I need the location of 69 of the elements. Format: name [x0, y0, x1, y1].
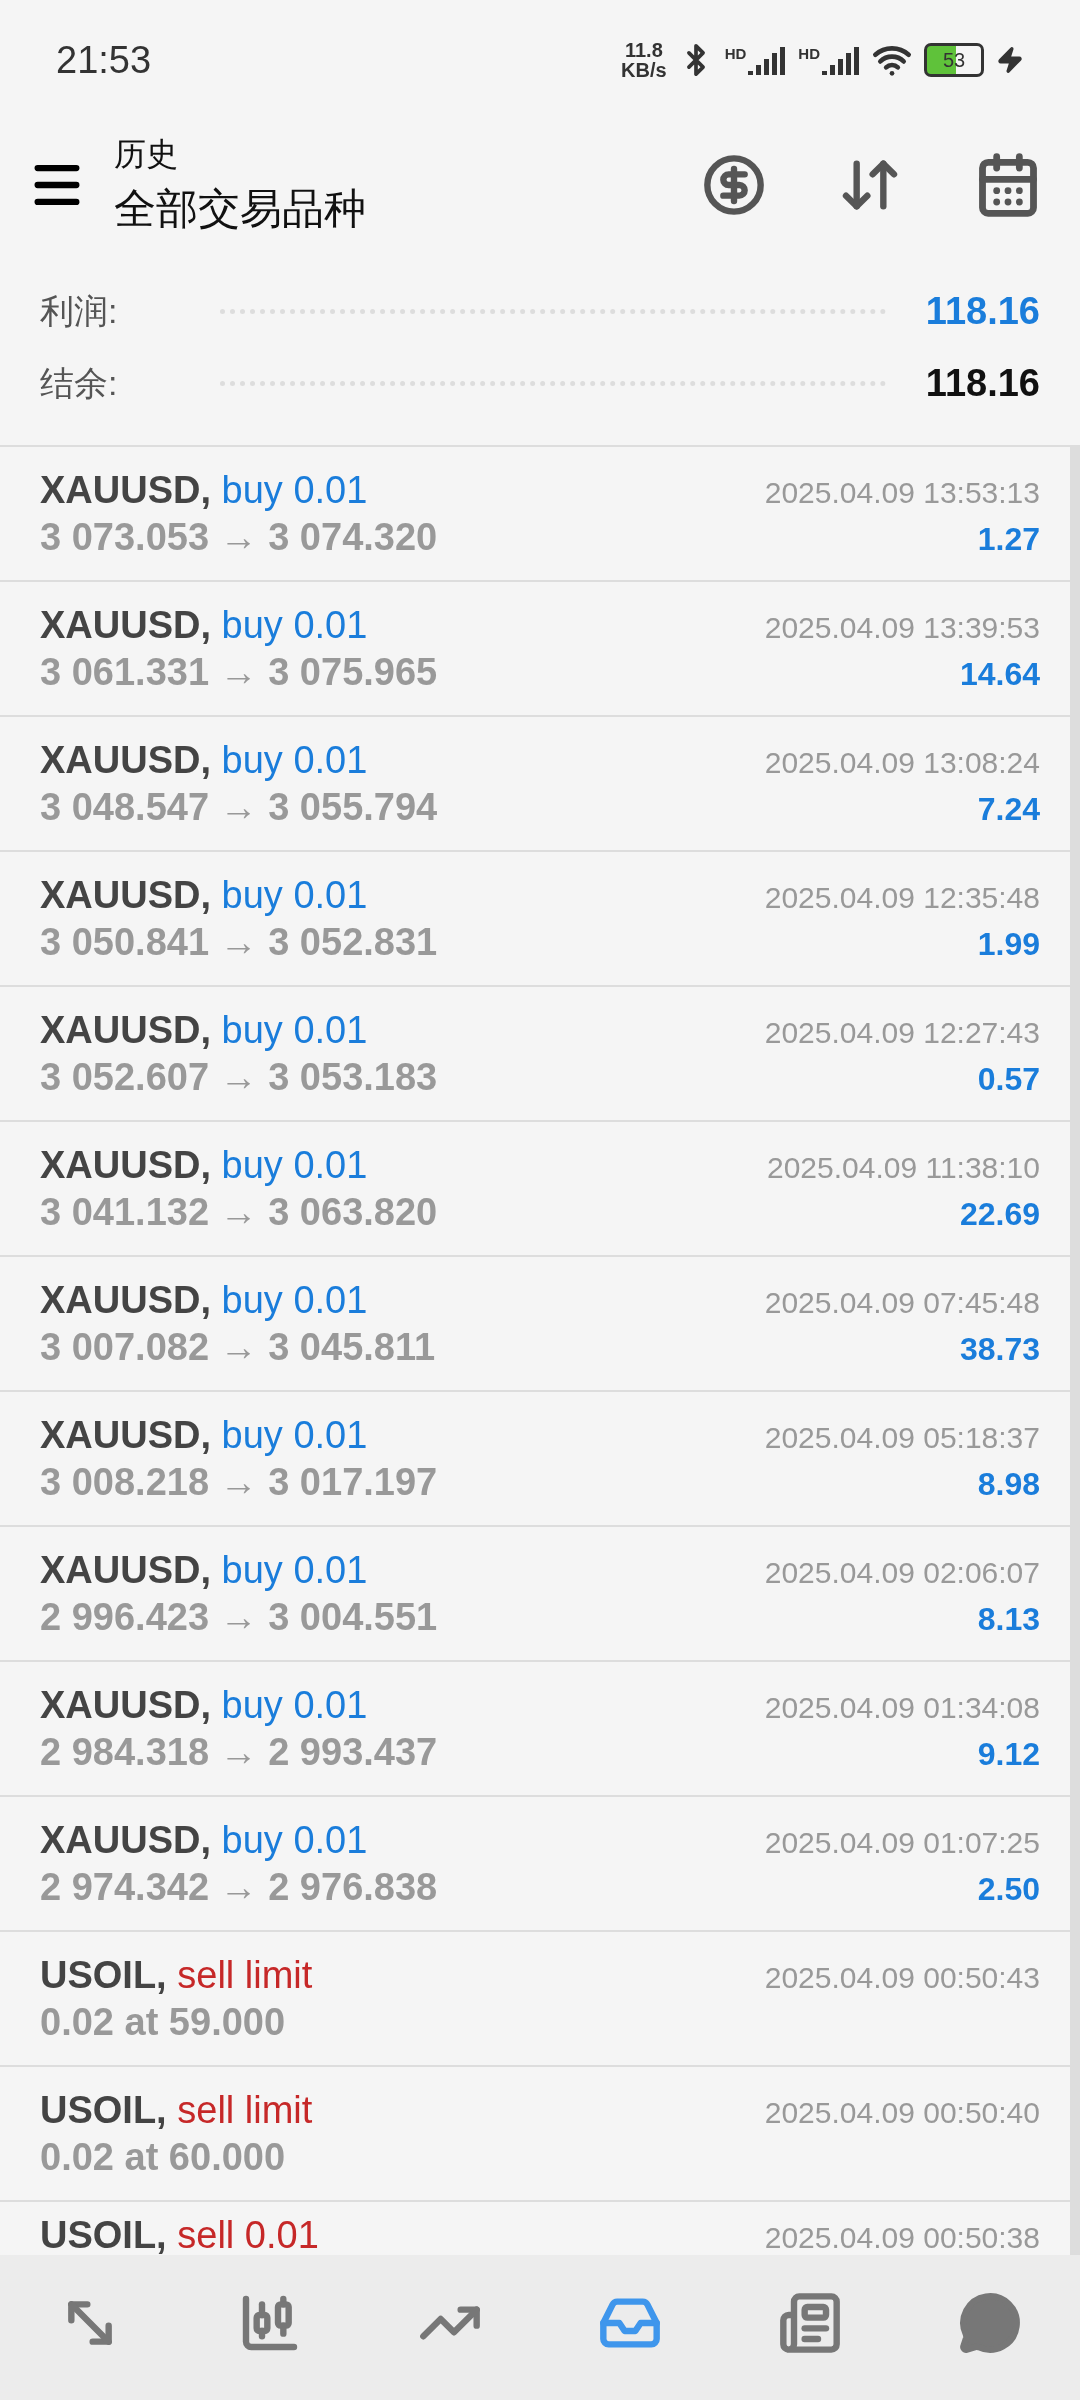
- deal-profit: 14.64: [959, 655, 1040, 693]
- deal-row[interactable]: USOIL, sell 0.01 2025.04.09 00:50:38: [0, 2202, 1070, 2255]
- deal-profit: 22.69: [959, 1195, 1040, 1233]
- deal-title: XAUUSD, buy 0.01: [40, 1683, 368, 1727]
- deal-time: 2025.04.09 13:39:53: [764, 610, 1040, 645]
- chat-icon: [958, 2290, 1022, 2355]
- deal-profit: 38.73: [959, 1330, 1040, 1368]
- dollar-icon[interactable]: [702, 153, 766, 217]
- deal-time: 2025.04.09 13:53:13: [764, 475, 1040, 510]
- hd-label: HD: [798, 45, 820, 62]
- deal-time: 2025.04.09 02:06:07: [764, 1555, 1040, 1590]
- deal-title: USOIL, sell 0.01: [40, 2214, 319, 2255]
- deal-profit: 1.99: [977, 925, 1040, 963]
- deal-profit: 7.24: [977, 790, 1040, 828]
- hd-label: HD: [724, 45, 747, 62]
- deal-prices: 2 984.318 → 2 993.437: [40, 1730, 438, 1774]
- deal-prices: 3 008.218 → 3 017.197: [40, 1460, 438, 1504]
- deal-profit: 9.12: [977, 1735, 1040, 1773]
- deal-time: 2025.04.09 12:35:48: [764, 880, 1040, 915]
- deal-prices: 0.02 at 59.000: [40, 2000, 286, 2044]
- network-speed: 11.8: [624, 40, 663, 60]
- deal-prices: 2 974.342 → 2 976.838: [40, 1865, 438, 1909]
- deal-time: 2025.04.09 07:45:48: [764, 1285, 1040, 1320]
- deal-title: XAUUSD, buy 0.01: [40, 873, 368, 917]
- summary-label: 利润:: [40, 290, 119, 332]
- deal-prices: 3 050.841 → 3 052.831: [40, 920, 438, 964]
- deal-prices: 2 996.423 → 3 004.551: [40, 1595, 438, 1639]
- clock: 21:53: [56, 38, 152, 82]
- deal-profit: 8.98: [977, 1465, 1040, 1503]
- deal-title: XAUUSD, buy 0.01: [40, 603, 368, 647]
- deal-time: 2025.04.09 12:27:43: [764, 1015, 1040, 1050]
- deal-time: 2025.04.09 11:38:10: [766, 1150, 1040, 1185]
- deal-prices: 3 048.547 → 3 055.794: [40, 785, 438, 829]
- deal-prices: 3 073.053 → 3 074.320: [40, 515, 438, 559]
- deal-prices: 3 007.082 → 3 045.811: [40, 1325, 436, 1369]
- deal-title: XAUUSD, buy 0.01: [40, 1143, 368, 1187]
- deal-time: 2025.04.09 05:18:37: [764, 1420, 1040, 1455]
- deal-prices: 3 061.331 → 3 075.965: [40, 650, 438, 694]
- summary-value: 118.16: [925, 290, 1040, 333]
- deal-title: XAUUSD, buy 0.01: [40, 1008, 368, 1052]
- deal-title: USOIL, sell limit: [40, 1953, 313, 1997]
- deal-title: XAUUSD, buy 0.01: [40, 1413, 368, 1457]
- summary-value: 118.16: [925, 362, 1040, 405]
- deal-prices: 3 052.607 → 3 053.183: [40, 1055, 438, 1099]
- deal-title: XAUUSD, buy 0.01: [40, 1278, 368, 1322]
- signal-icon: [748, 45, 787, 75]
- speed-unit: KB/s: [621, 60, 667, 80]
- screen-title: 全部交易品种: [114, 184, 367, 234]
- summary-label: 结余:: [40, 362, 119, 404]
- deal-time: 2025.04.09 13:08:24: [764, 745, 1040, 780]
- deal-profit: 2.50: [977, 1870, 1040, 1908]
- deal-profit: 1.27: [977, 520, 1040, 558]
- deal-profit: 8.13: [977, 1600, 1040, 1638]
- deal-profit: 0.57: [977, 1060, 1040, 1098]
- deal-title: XAUUSD, buy 0.01: [40, 1548, 368, 1592]
- deal-time: 2025.04.09 00:50:43: [764, 1960, 1040, 1995]
- deal-title: XAUUSD, buy 0.01: [40, 1818, 368, 1862]
- deal-time: 2025.04.09 01:07:25: [764, 1825, 1040, 1860]
- deal-title: XAUUSD, buy 0.01: [40, 468, 368, 512]
- signal-icon: [822, 45, 860, 75]
- deal-time: 2025.04.09 00:50:38: [764, 2221, 1040, 2255]
- deal-prices: 0.02 at 60.000: [40, 2135, 286, 2179]
- deal-title: XAUUSD, buy 0.01: [40, 738, 368, 782]
- deal-time: 2025.04.09 00:50:40: [764, 2095, 1040, 2130]
- deal-prices: 3 041.132 → 3 063.820: [40, 1190, 438, 1234]
- deal-title: USOIL, sell limit: [40, 2088, 313, 2132]
- deal-time: 2025.04.09 01:34:08: [764, 1690, 1040, 1725]
- newspaper-icon: [778, 2290, 842, 2355]
- screen-subtitle: 历史: [114, 135, 179, 174]
